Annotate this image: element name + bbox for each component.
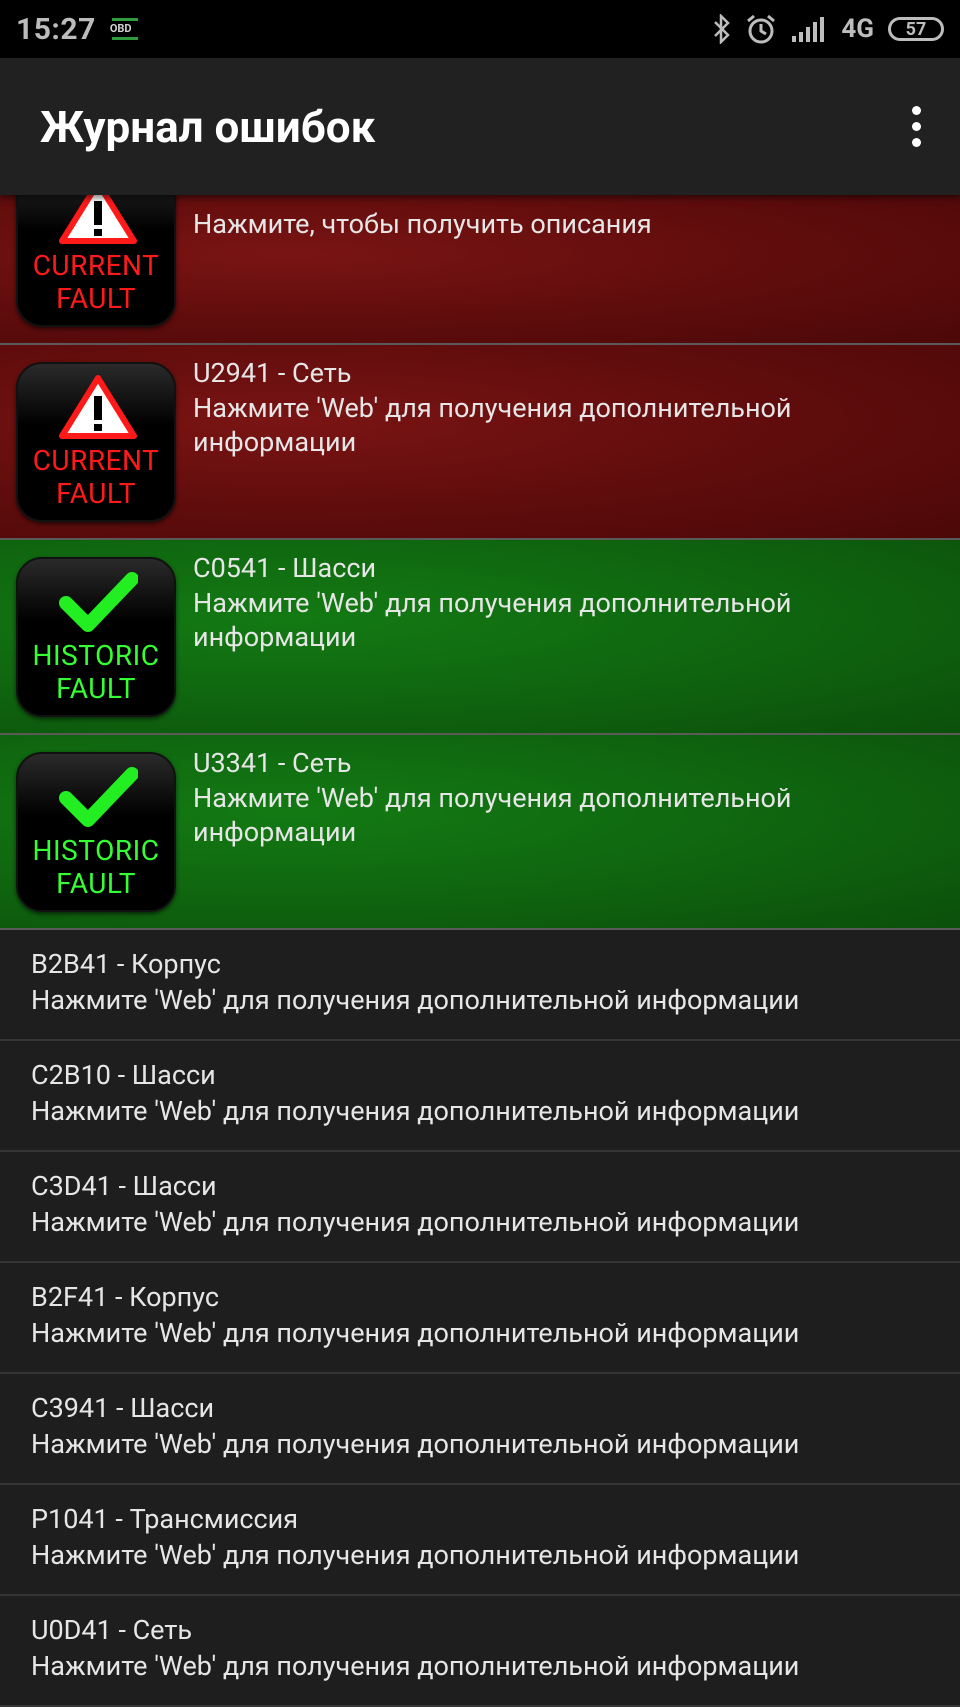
obd-notification-icon: OBD xyxy=(110,16,142,42)
fault-description: Нажмите 'Web' для получения дополнительн… xyxy=(31,1650,800,1682)
current-fault-badge: CURRENT FAULT xyxy=(16,362,176,522)
fault-code: C3941 - Шасси xyxy=(31,1392,215,1424)
status-bar: 15:27 OBD 4G 57 xyxy=(0,0,960,58)
fault-code: U0D41 - Сеть xyxy=(31,1614,192,1646)
badge-label-bottom: FAULT xyxy=(56,672,136,705)
historic-fault-badge: HISTORIC FAULT xyxy=(16,752,176,912)
status-time: 15:27 xyxy=(16,11,96,47)
fault-description: Нажмите 'Web' для получения дополнительн… xyxy=(31,984,800,1016)
battery-icon: 57 xyxy=(888,17,944,41)
fault-text: C0541 - Шасси Нажмите 'Web' для получени… xyxy=(193,550,940,654)
list-item[interactable]: B2F41 - Корпус Нажмите 'Web' для получен… xyxy=(0,1263,960,1374)
status-bar-right: 4G 57 xyxy=(713,13,944,45)
fault-description: Нажмите 'Web' для получения дополнительн… xyxy=(31,1095,800,1127)
fault-description: Нажмите 'Web' для получения дополнительн… xyxy=(193,392,792,458)
badge-label-bottom: FAULT xyxy=(56,282,136,315)
fault-code: C2B10 - Шасси xyxy=(31,1059,216,1091)
fault-list: CURRENT FAULT Нажмите, чтобы получить оп… xyxy=(0,167,960,1707)
status-bar-left: 15:27 OBD xyxy=(16,12,142,47)
obd-label: OBD xyxy=(109,22,132,35)
battery-level: 57 xyxy=(905,18,927,40)
fault-text: U2941 - Сеть Нажмите 'Web' для получения… xyxy=(193,355,940,459)
fault-code: U2941 - Сеть xyxy=(193,357,352,389)
fault-code: B2F41 - Корпус xyxy=(31,1281,219,1313)
bluetooth-icon xyxy=(713,14,731,44)
check-icon xyxy=(59,767,138,827)
more-vert-icon[interactable] xyxy=(896,97,936,157)
fault-row-historic[interactable]: HISTORIC FAULT C0541 - Шасси Нажмите 'We… xyxy=(0,540,960,735)
historic-fault-badge: HISTORIC FAULT xyxy=(16,557,176,717)
fault-row-historic[interactable]: HISTORIC FAULT U3341 - Сеть Нажмите 'Web… xyxy=(0,735,960,930)
badge-label-bottom: FAULT xyxy=(56,867,136,900)
list-item[interactable]: U0D41 - Сеть Нажмите 'Web' для получения… xyxy=(0,1596,960,1707)
fault-description: Нажмите 'Web' для получения дополнительн… xyxy=(31,1428,800,1460)
list-item[interactable]: P1041 - Трансмиссия Нажмите 'Web' для по… xyxy=(0,1485,960,1596)
list-item[interactable]: B2B41 - Корпус Нажмите 'Web' для получен… xyxy=(0,930,960,1041)
fault-code: C0541 - Шасси xyxy=(193,552,377,584)
fault-code: U3341 - Сеть xyxy=(193,747,352,779)
alarm-icon xyxy=(745,13,777,45)
badge-label-top: CURRENT xyxy=(32,249,160,282)
fault-description: Нажмите 'Web' для получения дополнительн… xyxy=(31,1317,800,1349)
fault-description: Нажмите 'Web' для получения дополнительн… xyxy=(193,782,792,848)
page-title: Журнал ошибок xyxy=(40,100,376,153)
fault-description: Нажмите, чтобы получить описания xyxy=(193,208,652,240)
app-bar: Журнал ошибок xyxy=(0,58,960,195)
fault-code: P1041 - Трансмиссия xyxy=(31,1503,299,1535)
fault-text: U3341 - Сеть Нажмите 'Web' для получения… xyxy=(193,745,940,849)
badge-label-top: HISTORIC xyxy=(32,639,160,672)
fault-code: C3D41 - Шасси xyxy=(31,1170,217,1202)
list-item[interactable]: C3941 - Шасси Нажмите 'Web' для получени… xyxy=(0,1374,960,1485)
signal-icon xyxy=(791,16,827,42)
fault-text: Нажмите, чтобы получить описания xyxy=(193,207,940,241)
fault-row-current[interactable]: CURRENT FAULT Нажмите, чтобы получить оп… xyxy=(0,167,960,345)
fault-row-current[interactable]: CURRENT FAULT U2941 - Сеть Нажмите 'Web'… xyxy=(0,345,960,540)
badge-label-top: CURRENT xyxy=(32,444,160,477)
fault-description: Нажмите 'Web' для получения дополнительн… xyxy=(31,1539,800,1571)
fault-description: Нажмите 'Web' для получения дополнительн… xyxy=(193,587,792,653)
list-item[interactable]: C2B10 - Шасси Нажмите 'Web' для получени… xyxy=(0,1041,960,1152)
badge-label-bottom: FAULT xyxy=(56,477,136,510)
fault-code: B2B41 - Корпус xyxy=(31,948,221,980)
list-item[interactable]: C3D41 - Шасси Нажмите 'Web' для получени… xyxy=(0,1152,960,1263)
badge-label-top: HISTORIC xyxy=(32,834,160,867)
network-type: 4G xyxy=(841,14,874,44)
warning-triangle-icon xyxy=(59,375,137,439)
check-icon xyxy=(59,572,138,632)
fault-description: Нажмите 'Web' для получения дополнительн… xyxy=(31,1206,800,1238)
